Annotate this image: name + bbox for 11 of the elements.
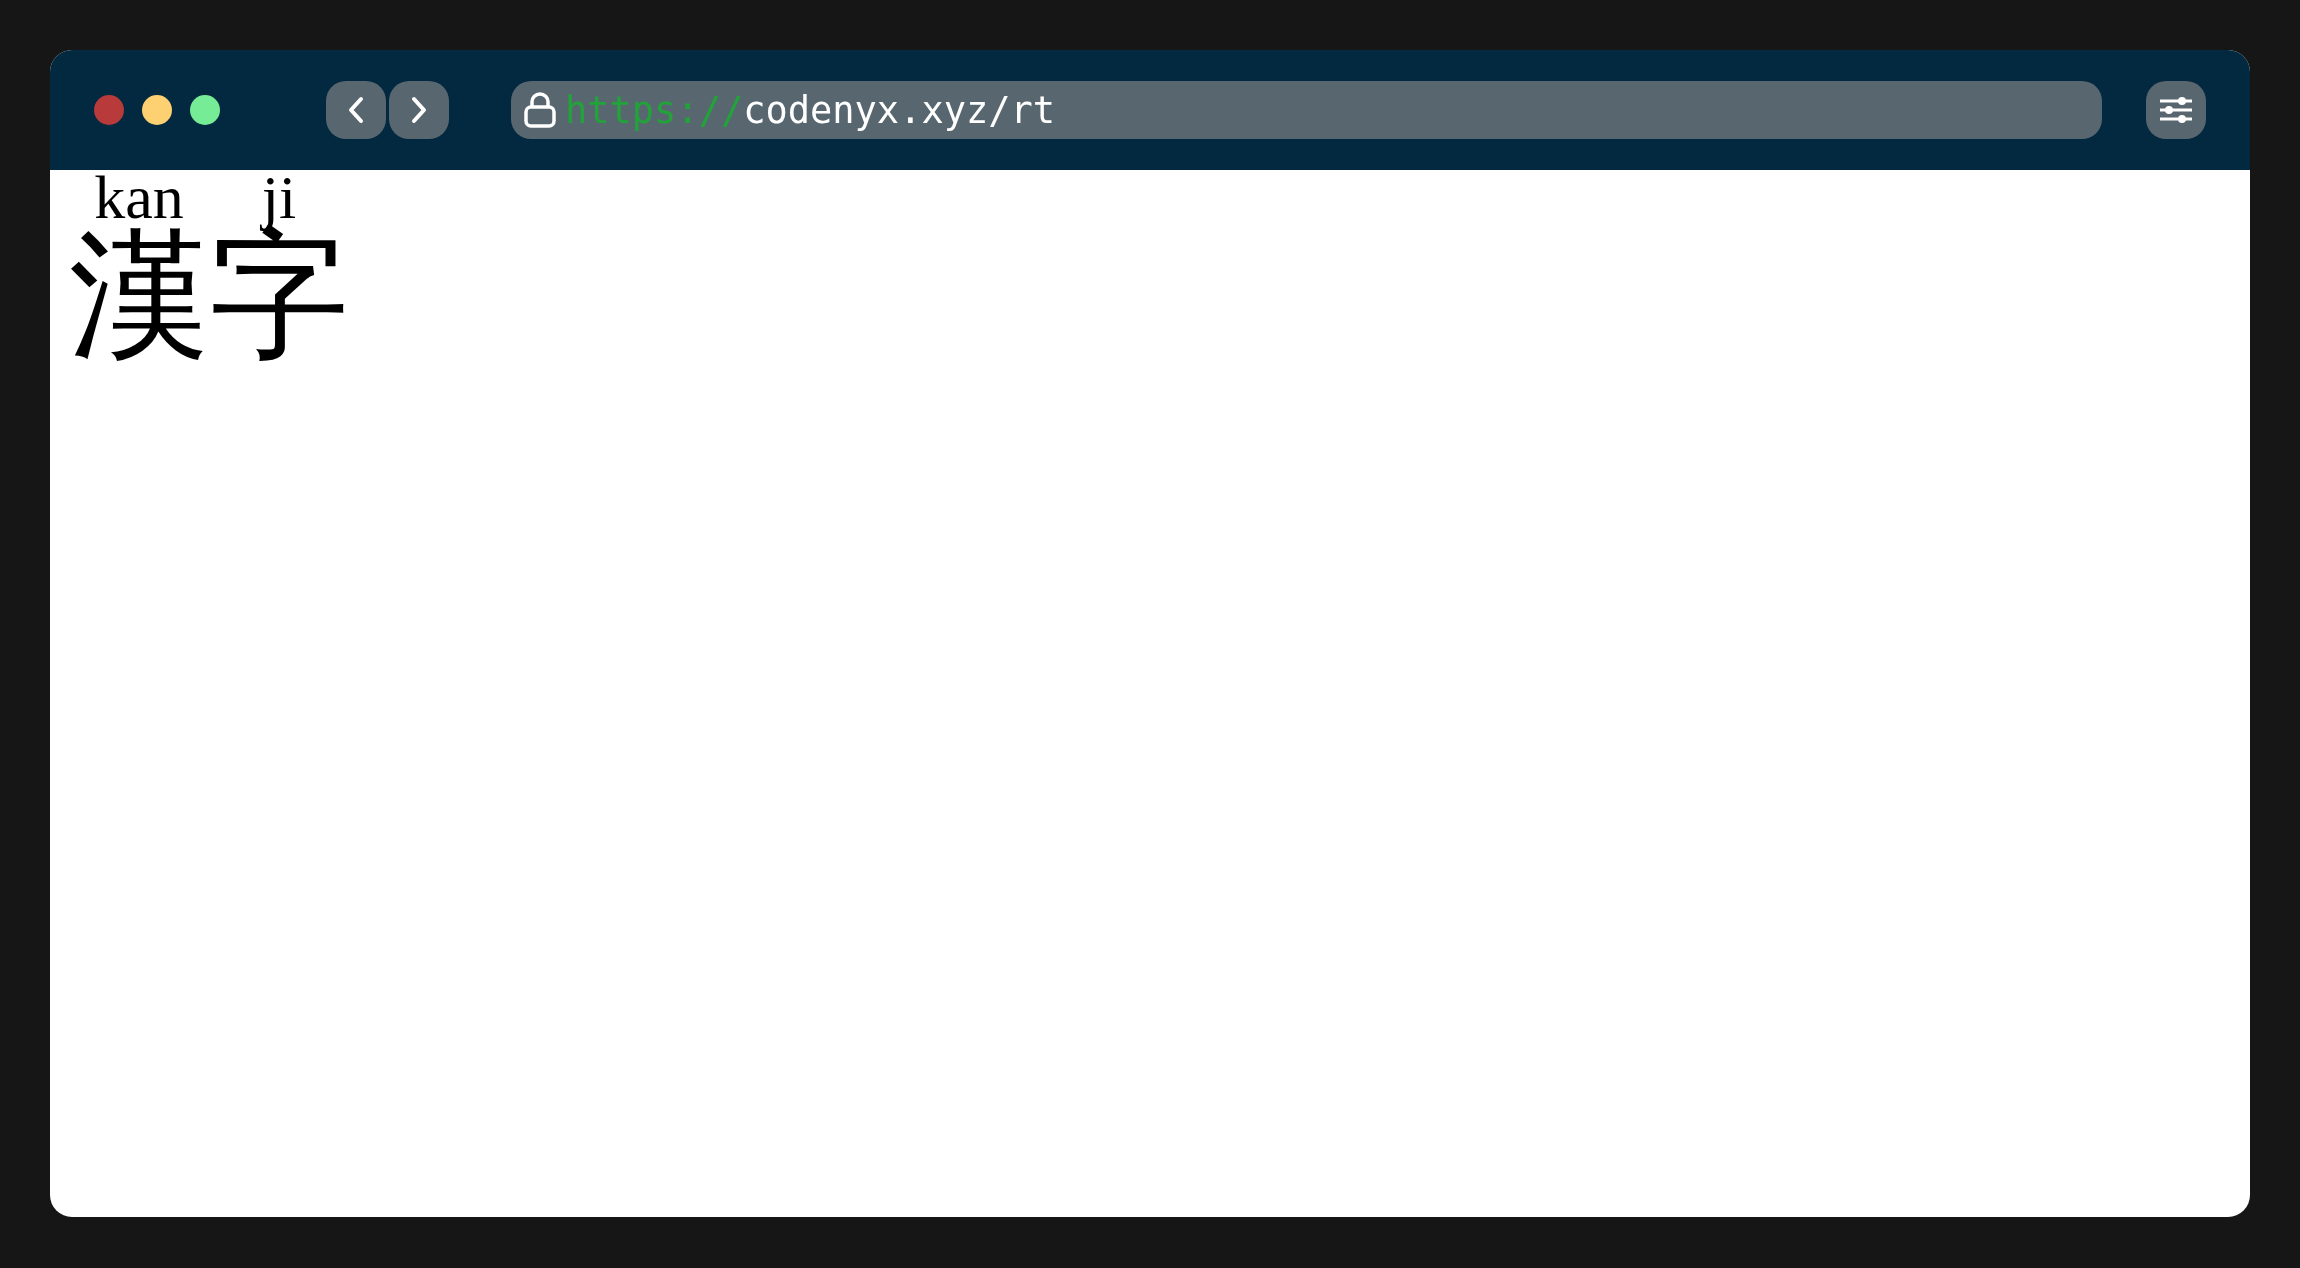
minimize-dot[interactable]	[142, 95, 172, 125]
lock-icon	[523, 91, 557, 129]
maximize-dot[interactable]	[190, 95, 220, 125]
forward-button[interactable]	[389, 81, 449, 139]
sliders-icon	[2159, 96, 2193, 124]
url-address: codenyx.xyz/rt	[743, 88, 1056, 132]
close-dot[interactable]	[94, 95, 124, 125]
back-button[interactable]	[326, 81, 386, 139]
url-scheme: https://	[565, 88, 744, 132]
settings-button[interactable]	[2146, 81, 2206, 139]
address-bar[interactable]: https://codenyx.xyz/rt	[511, 81, 2103, 139]
